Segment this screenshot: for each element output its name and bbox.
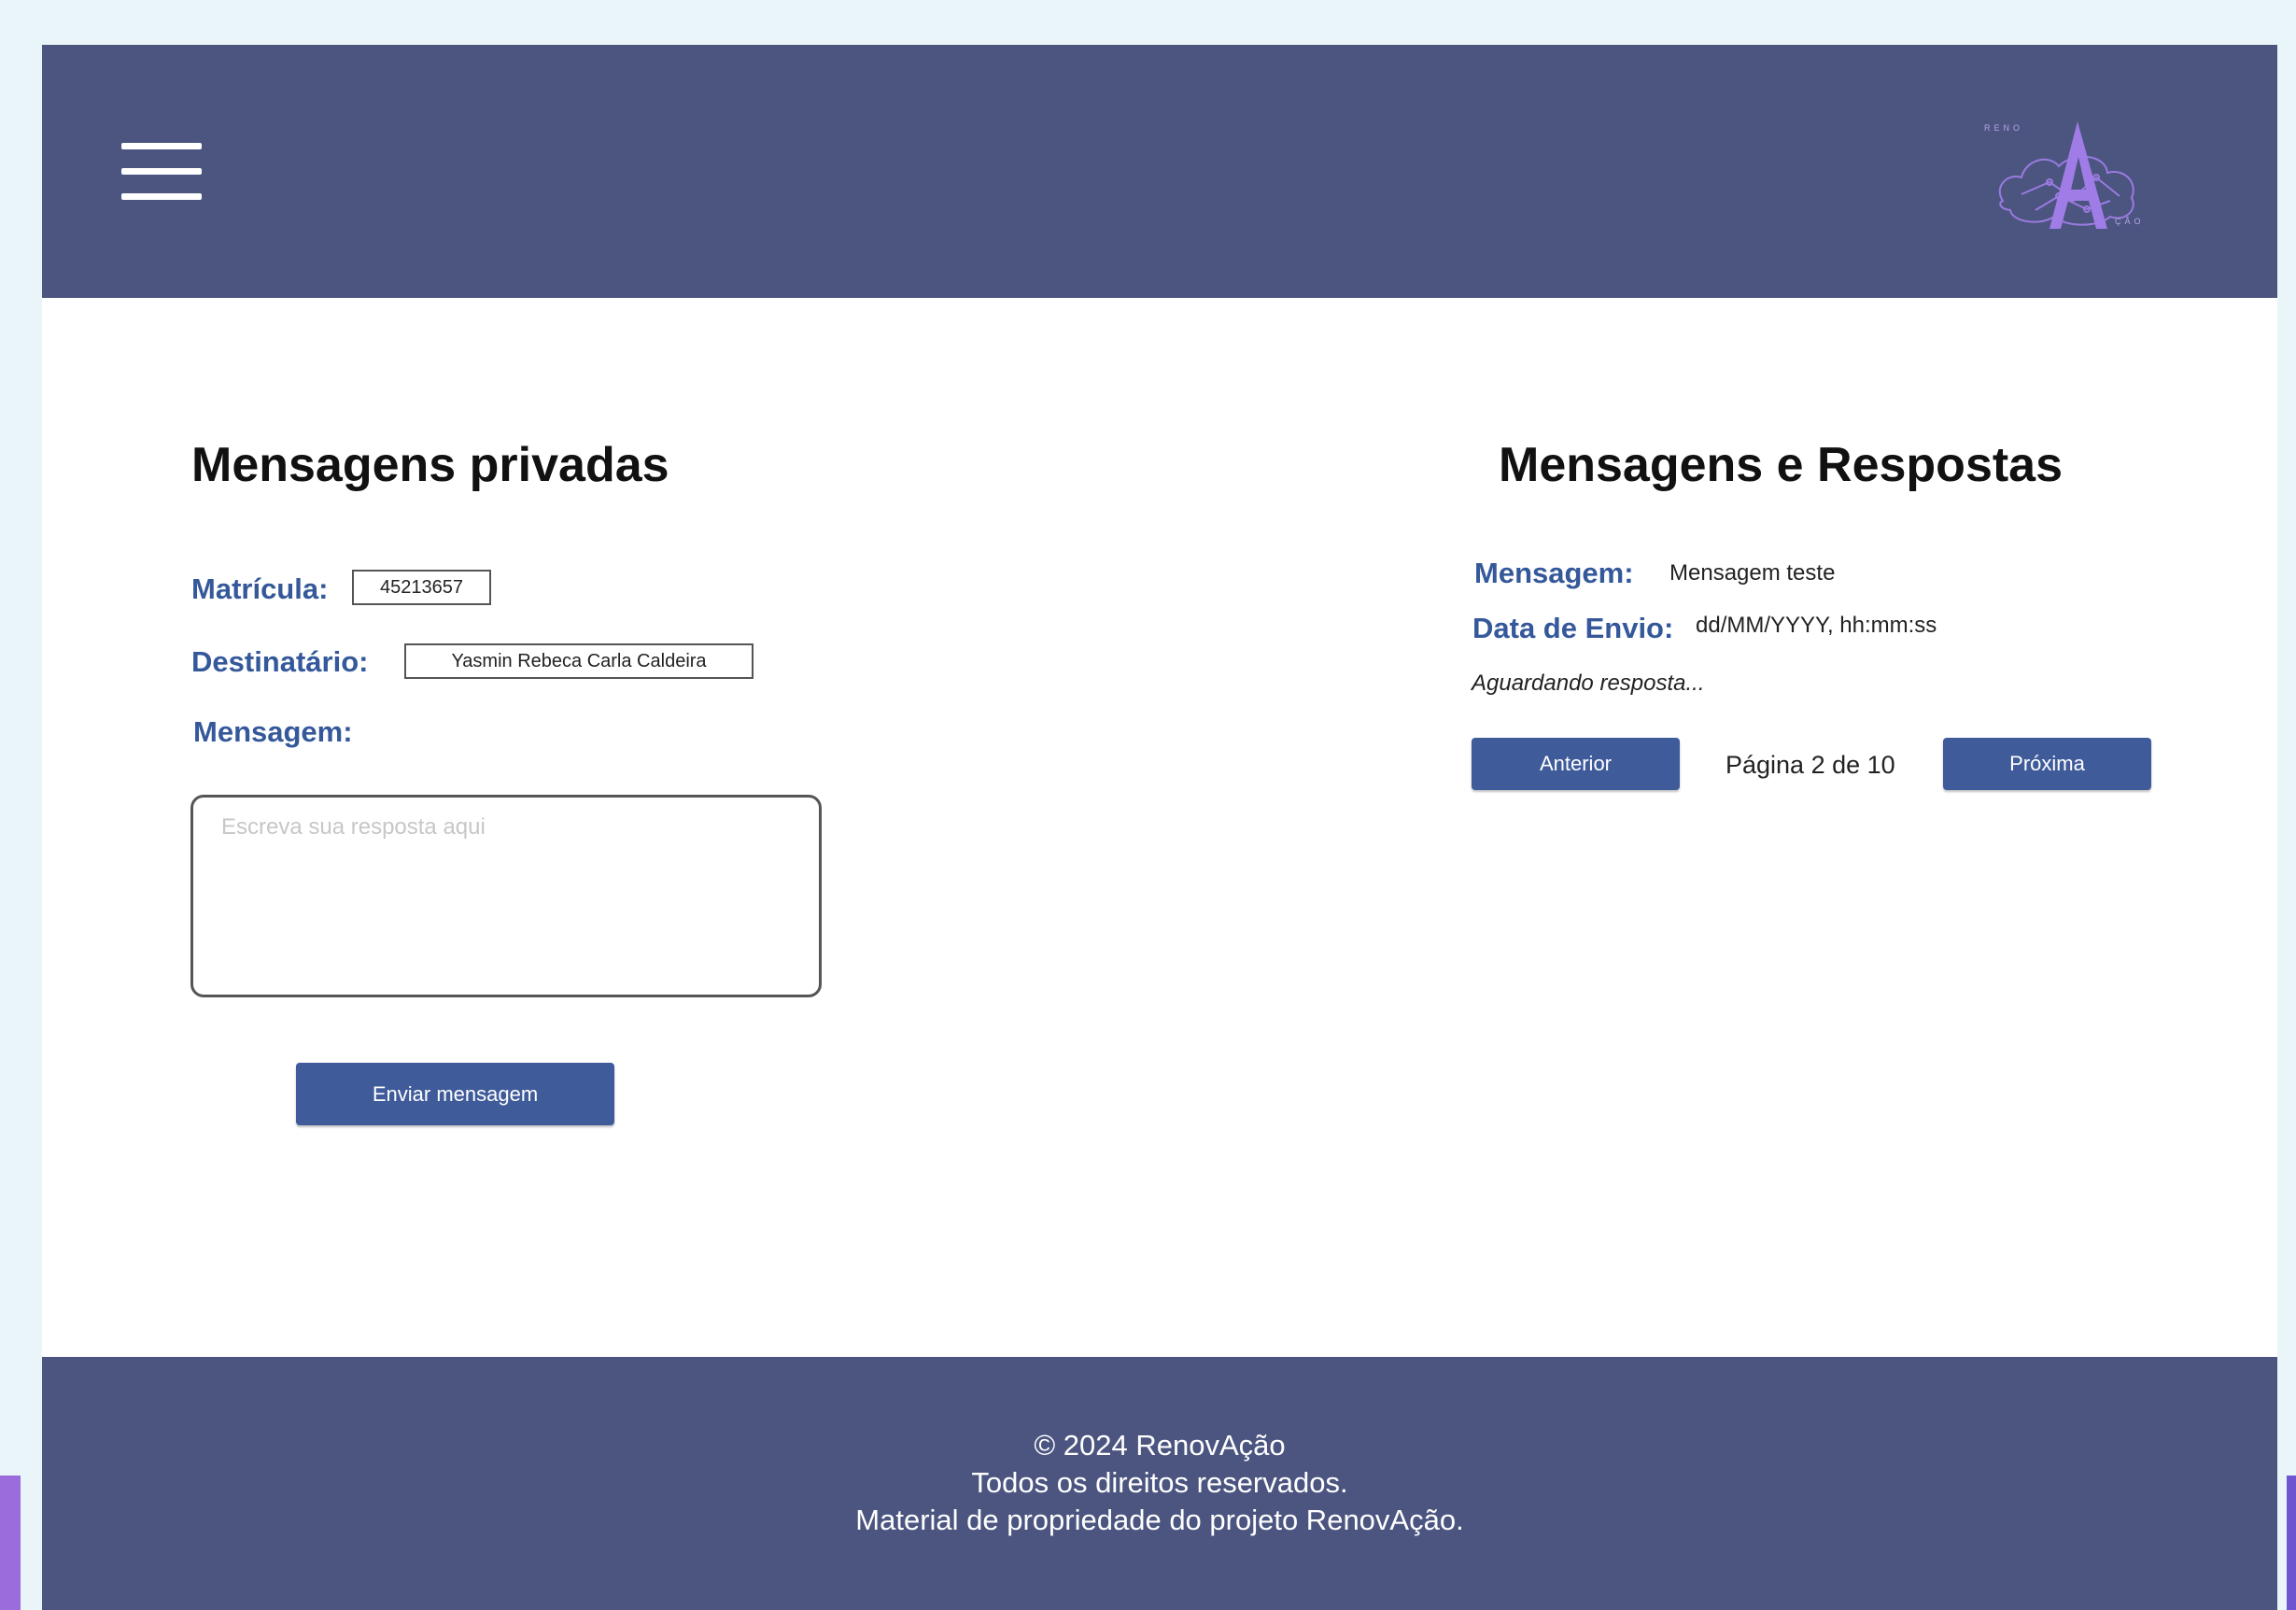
destinatario-label: Destinatário: — [191, 645, 369, 678]
reply-mensagem-label: Mensagem: — [1474, 557, 1634, 589]
svg-text:RENO: RENO — [1984, 123, 2023, 133]
reply-status-text: Aguardando resposta... — [1472, 671, 1705, 696]
destinatario-field[interactable]: Yasmin Rebeca Carla Caldeira — [404, 643, 754, 679]
data-envio-label: Data de Envio: — [1472, 612, 1674, 644]
right-accent-strip — [2287, 1476, 2296, 1610]
footer: © 2024 RenovAção Todos os direitos reser… — [42, 1357, 2277, 1610]
footer-rights: Todos os direitos reservados. — [971, 1466, 1348, 1499]
footer-copyright: © 2024 RenovAção — [1034, 1429, 1286, 1462]
header-bar: RENO ÇÃO — [42, 45, 2277, 298]
renovacao-logo-icon[interactable]: RENO ÇÃO — [1984, 112, 2162, 233]
hamburger-menu-icon[interactable] — [121, 143, 202, 201]
left-accent-strip — [0, 1476, 21, 1610]
message-textarea[interactable] — [190, 795, 822, 997]
matricula-field[interactable]: 45213657 — [352, 570, 491, 605]
next-page-button[interactable]: Próxima — [1943, 738, 2151, 790]
page-indicator: Página 2 de 10 — [1726, 751, 1895, 779]
matricula-label: Matrícula: — [191, 572, 329, 605]
footer-ownership: Material de propriedade do projeto Renov… — [855, 1504, 1464, 1536]
page-title-private-messages: Mensagens privadas — [191, 438, 669, 492]
previous-page-button[interactable]: Anterior — [1472, 738, 1680, 790]
mensagem-label: Mensagem: — [193, 715, 353, 748]
data-envio-value: dd/MM/YYYY, hh:mm:ss — [1696, 613, 1937, 638]
page-title-messages-replies: Mensagens e Respostas — [1499, 438, 2064, 492]
svg-text:ÇÃO: ÇÃO — [2115, 217, 2145, 226]
reply-mensagem-value: Mensagem teste — [1669, 560, 1836, 586]
page-frame: RENO ÇÃO Mensagens privadas Matrícula: 4… — [42, 45, 2277, 1610]
send-message-button[interactable]: Enviar mensagem — [296, 1063, 614, 1125]
